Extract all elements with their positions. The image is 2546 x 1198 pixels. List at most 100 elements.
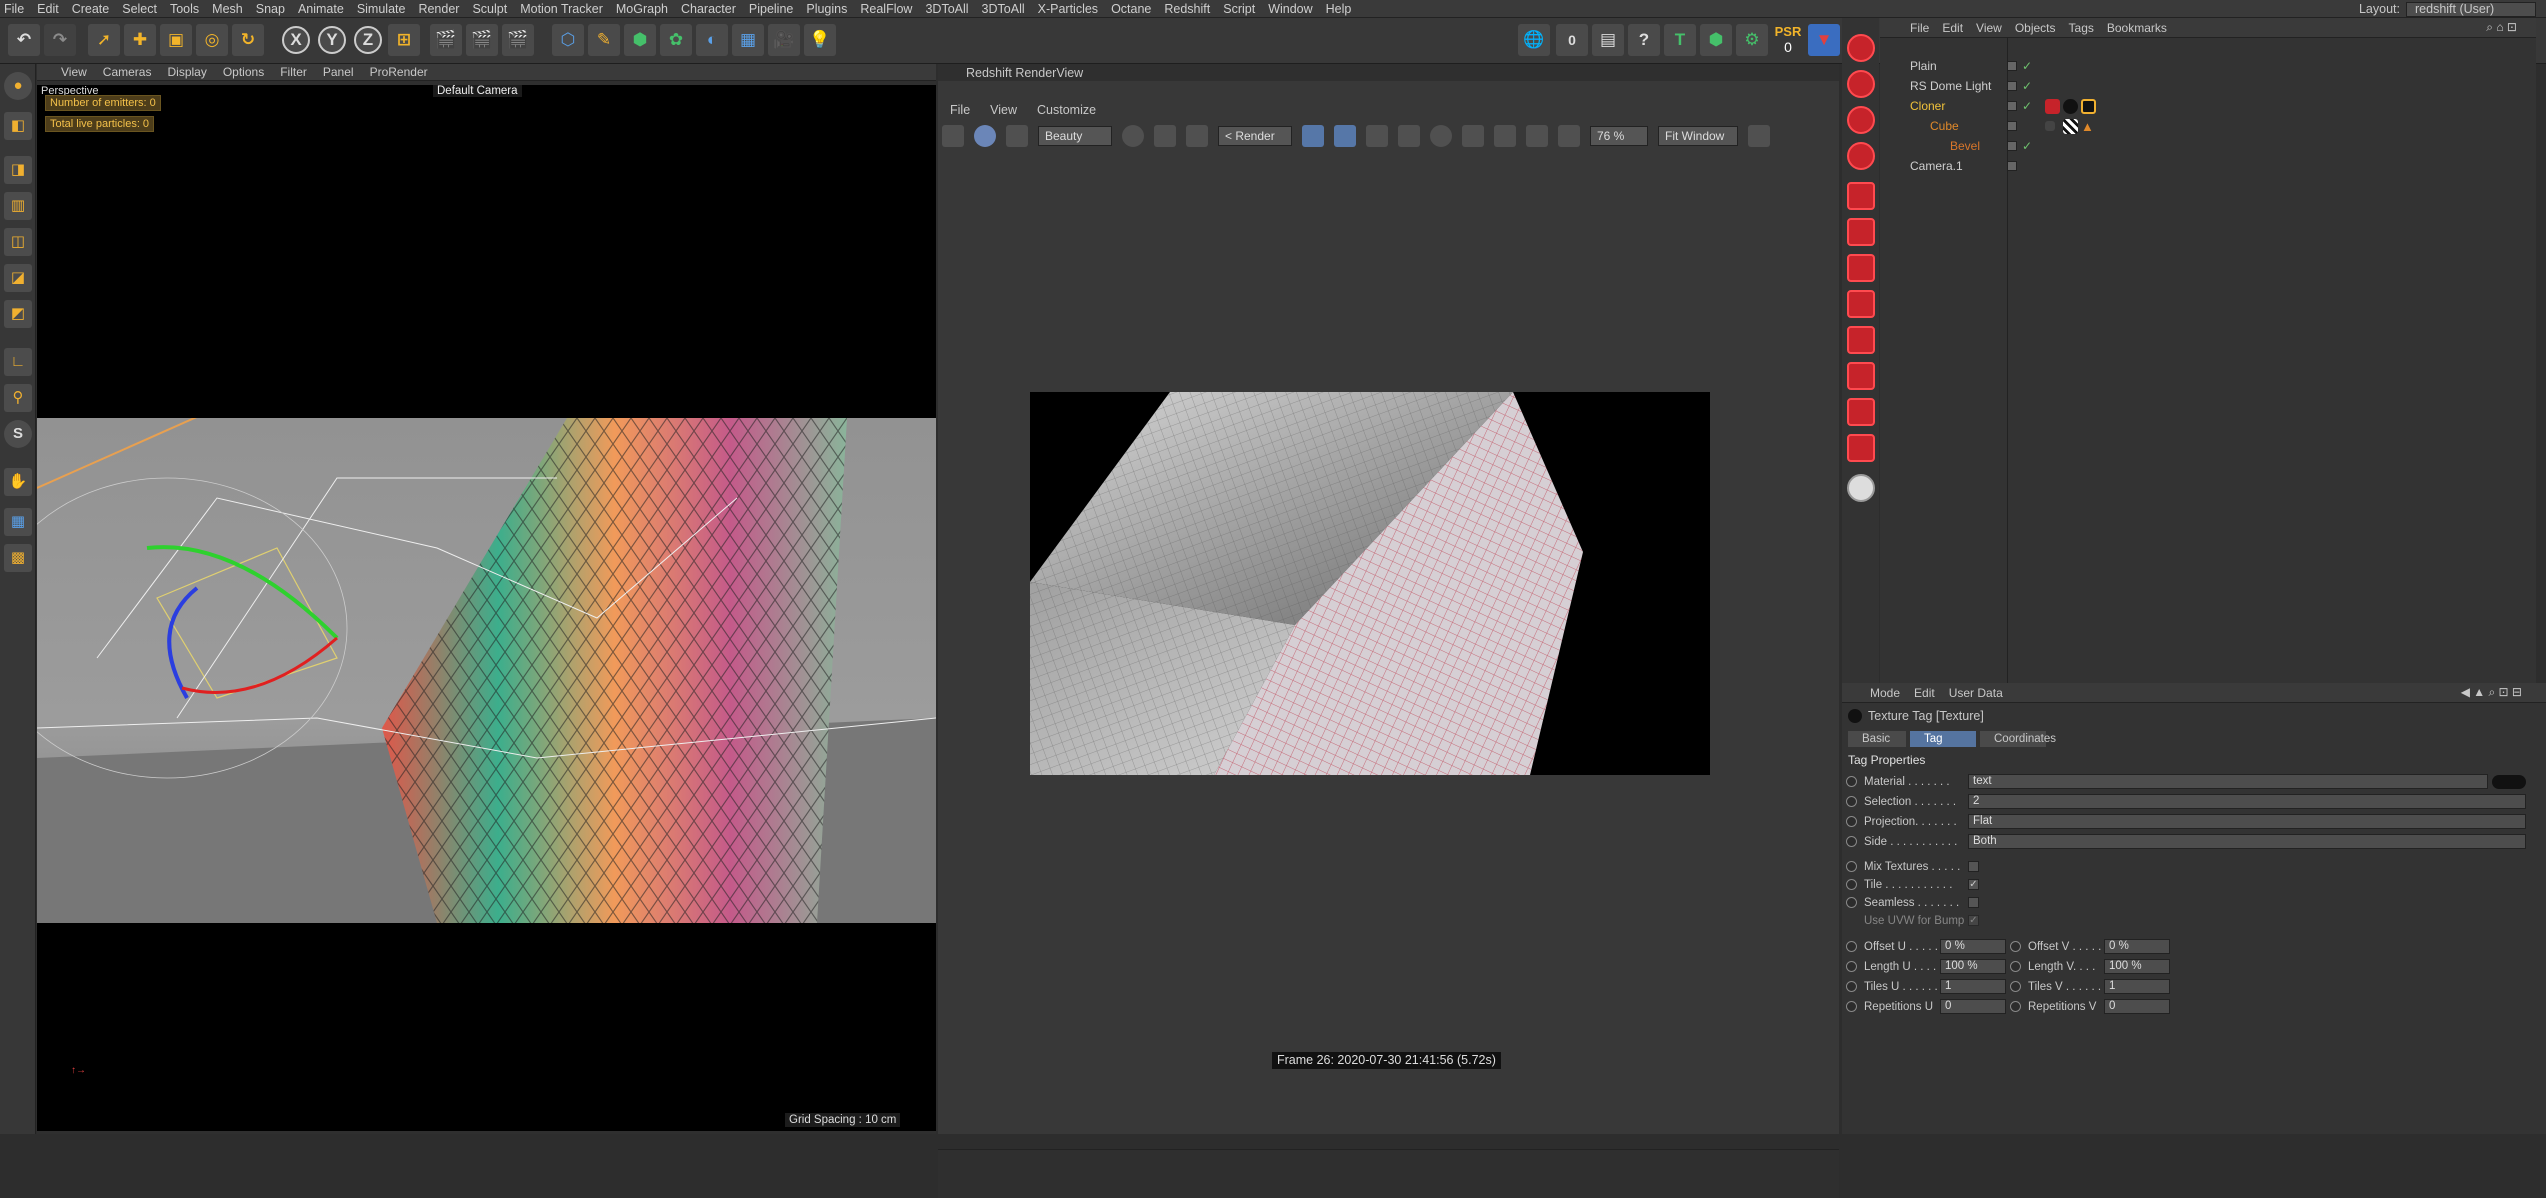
material-tag-icon[interactable] [2063,98,2078,114]
visibility-toggle[interactable] [2007,121,2017,131]
projection-dropdown[interactable]: Flat [1968,814,2526,829]
phong-tag-icon[interactable] [2045,121,2055,131]
menu-mesh[interactable]: Mesh [212,2,243,16]
render-dropdown[interactable]: < Render [1218,126,1292,146]
rs-sun-icon[interactable] [1847,290,1875,318]
tab-basic[interactable]: Basic [1848,731,1906,747]
animate-dot[interactable] [2010,961,2021,972]
menu-render[interactable]: Render [418,2,459,16]
menu-help[interactable]: Help [1326,2,1352,16]
rv-menu-file[interactable]: File [950,103,970,117]
offset-v-field[interactable]: 0 % [2104,939,2170,954]
menu-x-particles[interactable]: X-Particles [1038,2,1098,16]
pen-spline-icon[interactable]: ✎ [588,24,620,56]
redshift-icon[interactable]: ▼ [1808,24,1840,56]
render-output[interactable] [1030,392,1710,775]
aov-dropdown[interactable]: Beauty [1038,126,1112,146]
object-row[interactable]: Plain ✓ [1880,56,2536,76]
menu-window[interactable]: Window [1268,2,1312,16]
object-row[interactable]: Cloner ✓ [1880,96,2536,116]
lock-icon[interactable] [1302,125,1324,147]
menu-plugins[interactable]: Plugins [806,2,847,16]
menu-character[interactable]: Character [681,2,736,16]
animate-dot[interactable] [1846,776,1857,787]
menu-script[interactable]: Script [1223,2,1255,16]
move-tool-icon[interactable]: ✚ [124,24,156,56]
hdr-icon[interactable] [1122,125,1144,147]
menu-3dtoall-2[interactable]: 3DToAll [982,2,1025,16]
play-render-icon[interactable] [974,125,996,147]
menu-sculpt[interactable]: Sculpt [472,2,507,16]
y-axis-lock[interactable]: Y [318,26,346,54]
clapper-icon[interactable] [942,125,964,147]
viewport-canvas[interactable]: Perspective Default Camera Number of emi… [0,85,937,1131]
globe-icon[interactable]: 🌐 [1518,24,1550,56]
viewport-menu-filter[interactable]: Filter [280,65,307,79]
texture-tag-icon[interactable] [2081,98,2096,114]
seamless-checkbox[interactable] [1968,897,1979,908]
snapshot-add-icon[interactable] [1494,125,1516,147]
animate-dot[interactable] [1846,879,1857,890]
tweak-mode-icon[interactable]: ⚲ [4,384,32,412]
menu-snap[interactable]: Snap [256,2,285,16]
menu-simulate[interactable]: Simulate [357,2,406,16]
animate-dot[interactable] [1846,897,1857,908]
rotate-tool-icon[interactable]: ◎ [196,24,228,56]
material-field[interactable]: text [1968,774,2488,789]
object-row[interactable]: Bevel ✓ [1880,136,2536,156]
rs-object-tag-icon[interactable] [2045,98,2060,114]
points-mode-icon[interactable]: ◫ [4,228,32,256]
animate-dot[interactable] [1846,836,1857,847]
crop-icon[interactable] [1186,125,1208,147]
object-row[interactable]: Cube ▲ [1880,116,2536,136]
menu-3dtoall[interactable]: 3DToAll [925,2,968,16]
rs-light-icon[interactable] [1847,70,1875,98]
animate-dot[interactable] [1846,961,1857,972]
visibility-toggle[interactable] [2007,81,2017,91]
menu-pipeline[interactable]: Pipeline [749,2,793,16]
rv-menu-view[interactable]: View [990,103,1017,117]
polygons-mode-icon[interactable]: ◩ [4,300,32,328]
model-mode-icon[interactable]: ◧ [4,112,32,140]
animate-dot[interactable] [1846,981,1857,992]
menu-mograph[interactable]: MoGraph [616,2,668,16]
camera-name[interactable]: Default Camera [433,85,522,97]
rs-aov-icon[interactable] [1847,398,1875,426]
render-picture-viewer-icon[interactable]: 🎬 [466,24,498,56]
axis-mode-icon[interactable]: ∟ [4,348,32,376]
render-settings-icon[interactable]: 🎬 [502,24,534,56]
zoom-field[interactable]: 76 % [1590,126,1648,146]
image-icon[interactable] [1462,125,1484,147]
menu-realflow[interactable]: RealFlow [860,2,912,16]
offset-u-field[interactable]: 0 % [1940,939,2006,954]
am-menu-user-data[interactable]: User Data [1949,686,2003,700]
repetitions-v-field[interactable]: 0 [2104,999,2170,1014]
viewport-menu-cameras[interactable]: Cameras [103,65,152,79]
am-menu-edit[interactable]: Edit [1914,686,1935,700]
make-editable-icon[interactable]: ● [4,72,32,100]
om-menu-view[interactable]: View [1976,21,2002,35]
animate-dot[interactable] [1846,1001,1857,1012]
side-dropdown[interactable]: Both [1968,834,2526,849]
snapshot-icon[interactable] [1526,125,1548,147]
object-row[interactable]: Camera.1 [1880,156,2536,176]
enabled-check[interactable]: ✓ [2022,59,2032,73]
menu-motion-tracker[interactable]: Motion Tracker [520,2,603,16]
om-menu-objects[interactable]: Objects [2015,21,2056,35]
tab-coordinates[interactable]: Coordinates [1980,731,2056,747]
rs-list-icon[interactable] [1847,362,1875,390]
tile-checkbox[interactable]: ✓ [1968,879,1979,890]
circle-icon[interactable] [1430,125,1452,147]
menu-animate[interactable]: Animate [298,2,344,16]
help-icon[interactable]: ? [1628,24,1660,56]
animate-dot[interactable] [2010,981,2021,992]
menu-edit[interactable]: Edit [37,2,59,16]
om-menu-file[interactable]: File [1910,21,1929,35]
menu-select[interactable]: Select [122,2,157,16]
text-tool-icon[interactable]: T [1664,24,1696,56]
menu-file[interactable]: File [4,2,24,16]
layout-dropdown[interactable]: redshift (User) [2406,1,2536,17]
om-menu-tags[interactable]: Tags [2069,21,2094,35]
om-menu-bookmarks[interactable]: Bookmarks [2107,21,2167,35]
length-v-field[interactable]: 100 % [2104,959,2170,974]
